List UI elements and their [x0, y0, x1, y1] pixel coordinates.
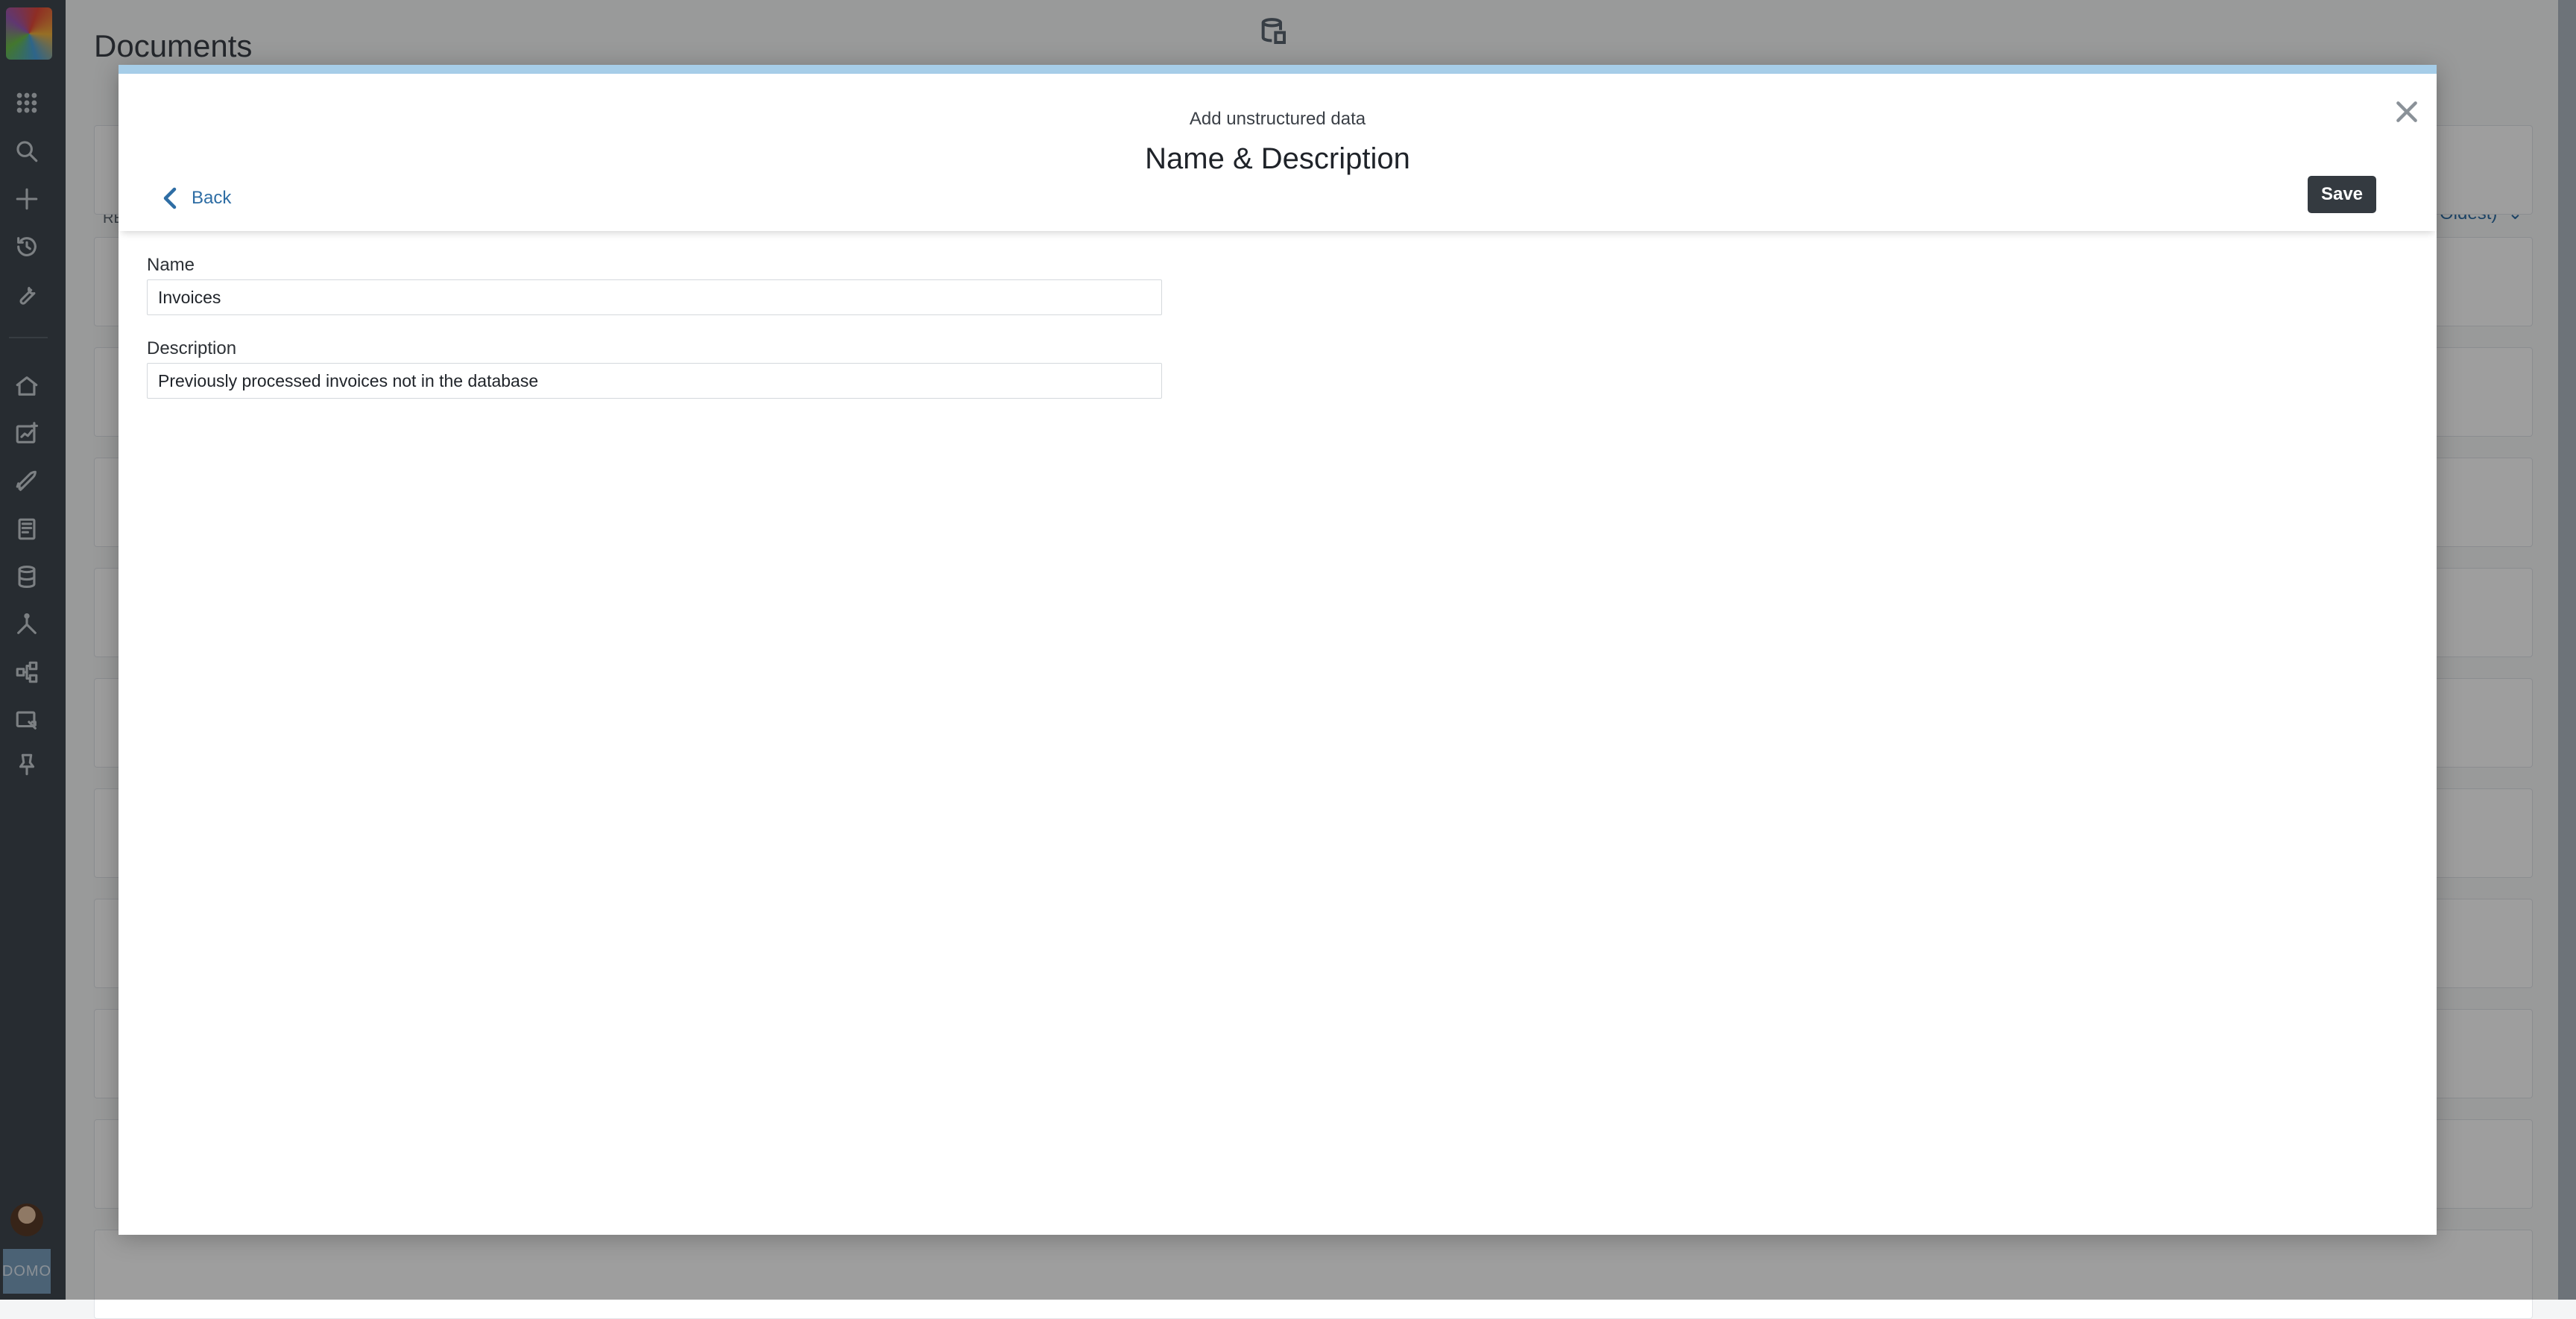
description-field[interactable]	[147, 363, 1162, 399]
chevron-left-icon	[163, 187, 177, 209]
description-field-label: Description	[147, 338, 237, 358]
close-button[interactable]	[2392, 97, 2422, 127]
back-label: Back	[192, 188, 232, 208]
window-edge	[2558, 0, 2576, 1300]
save-button[interactable]: Save	[2308, 176, 2376, 213]
add-unstructured-data-dialog: Add unstructured data Name & Description…	[119, 65, 2437, 1235]
name-field-label: Name	[147, 255, 195, 275]
modal-subtitle: Add unstructured data	[1189, 109, 1366, 129]
name-field[interactable]	[147, 279, 1162, 315]
modal-title: Name & Description	[1145, 142, 1410, 175]
modal-accent-bar	[119, 65, 2437, 74]
back-button[interactable]: Back	[162, 182, 231, 215]
close-icon	[2396, 101, 2417, 122]
